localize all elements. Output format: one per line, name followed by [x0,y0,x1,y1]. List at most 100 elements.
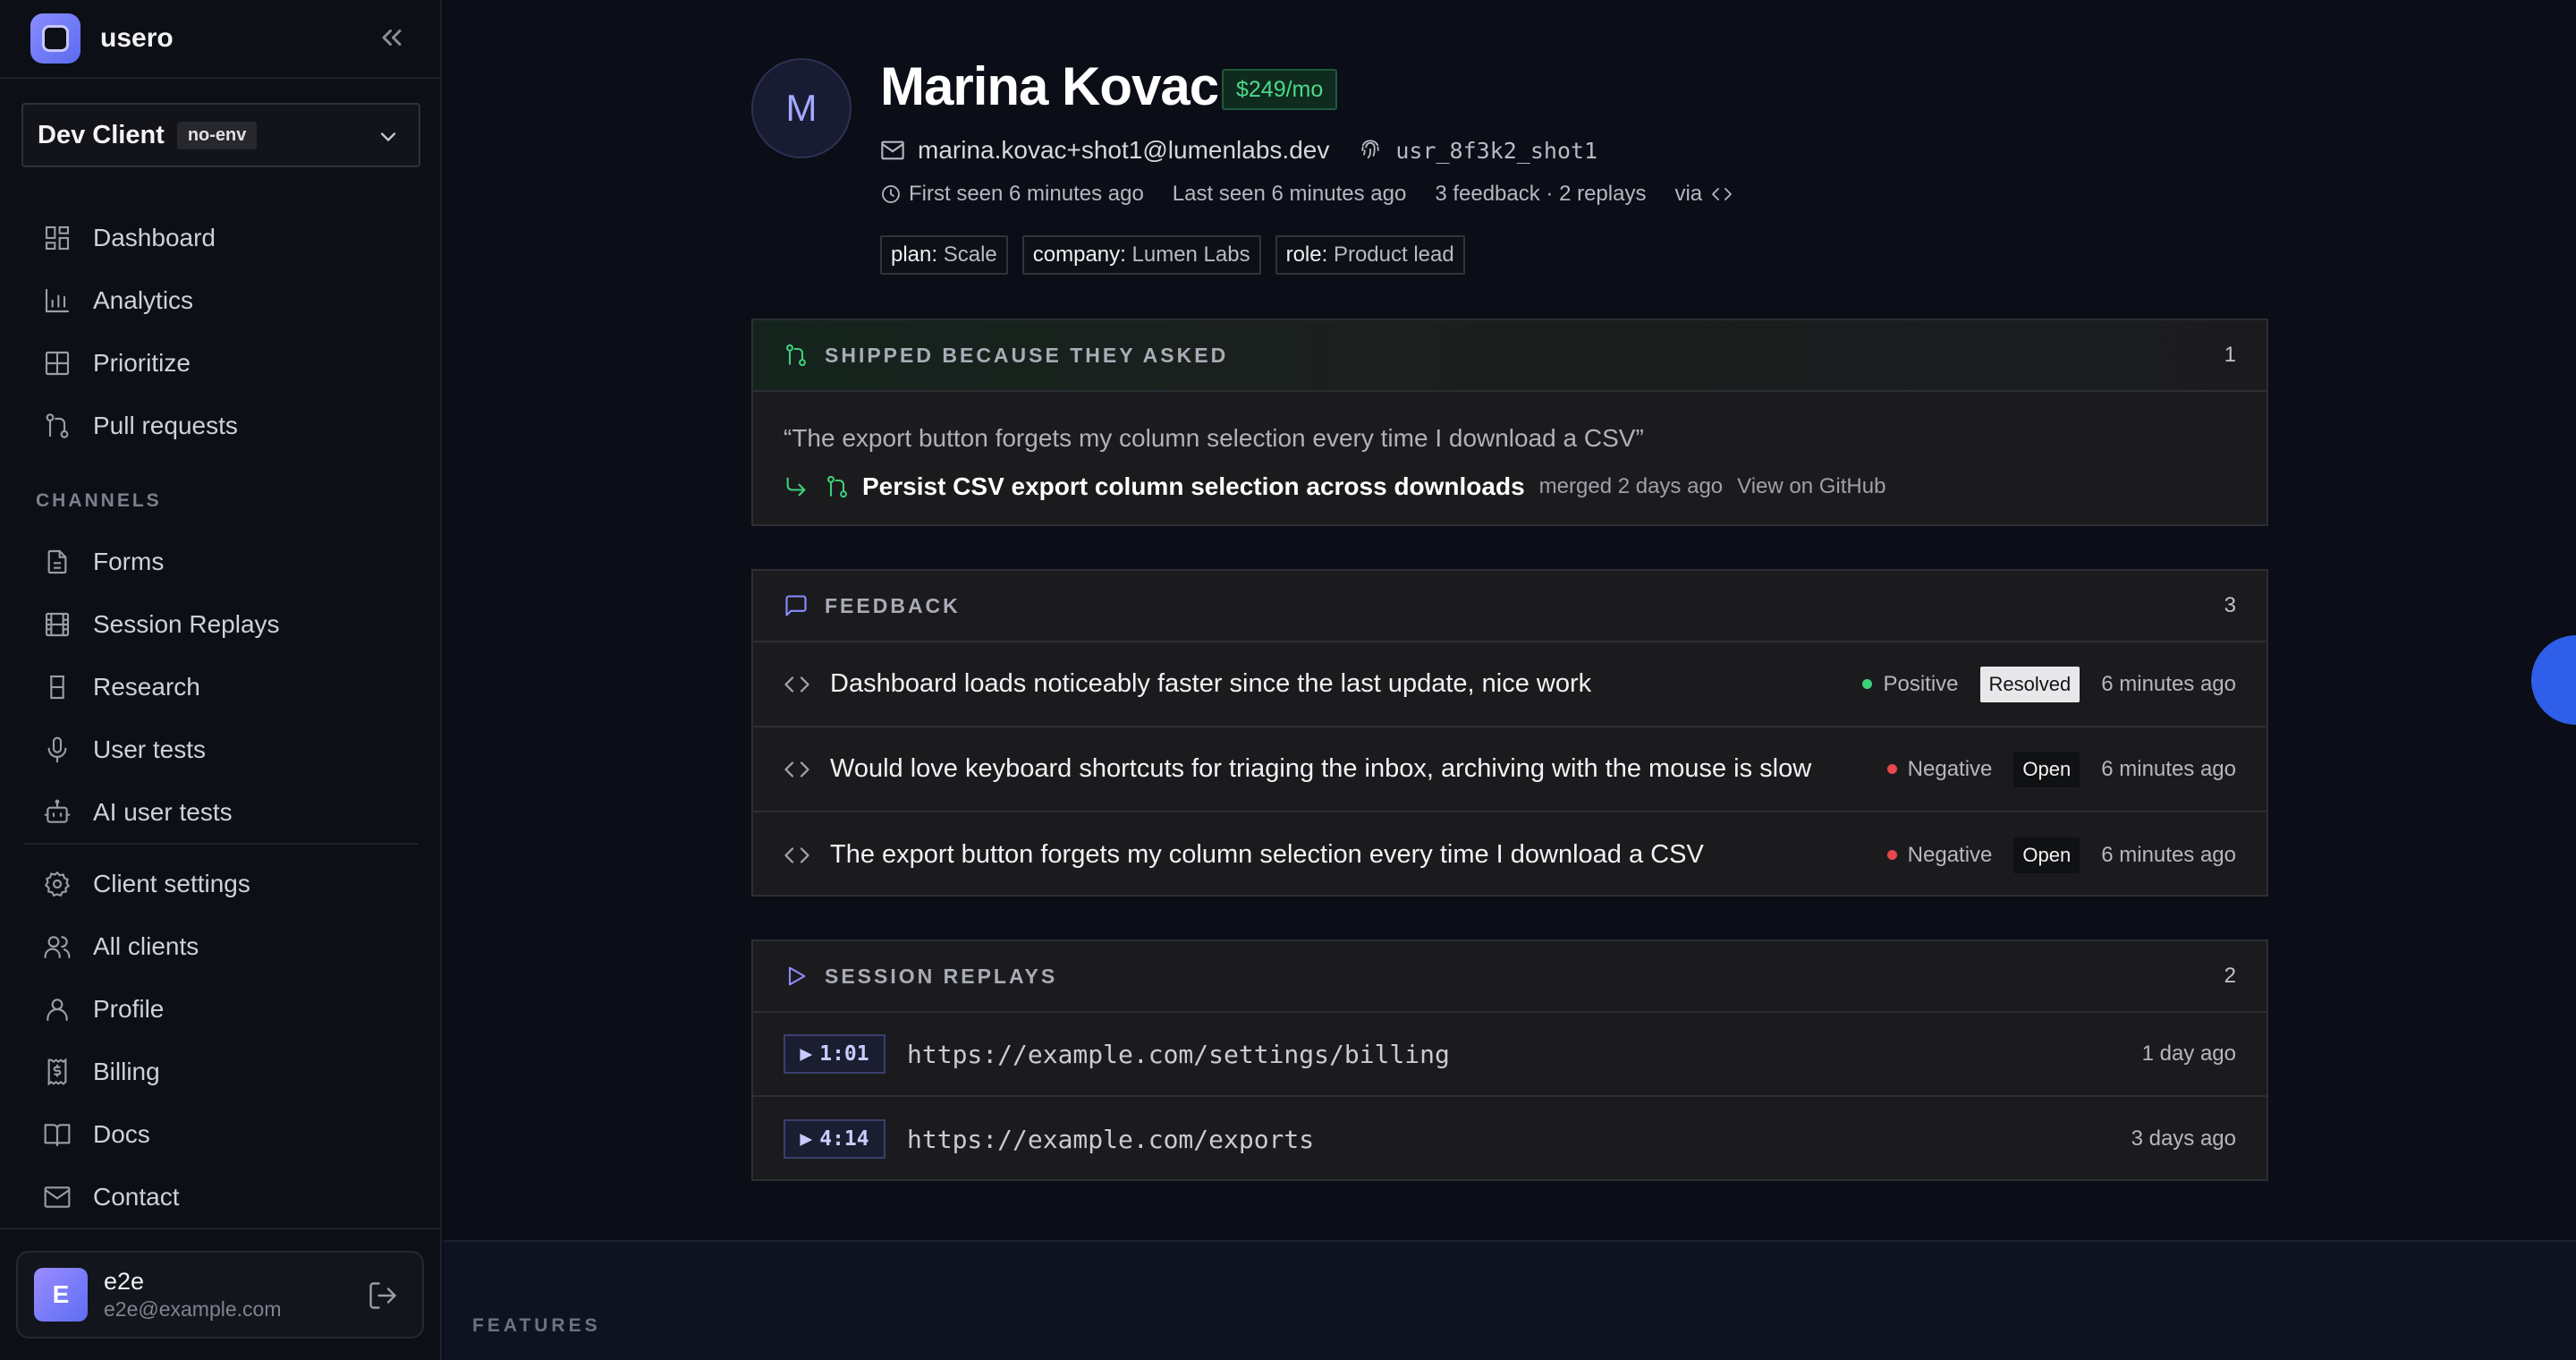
user-name: e2e [104,1268,145,1295]
feedback-row[interactable]: The export button forgets my column sele… [753,812,2267,897]
logout-icon[interactable] [367,1279,399,1312]
sentiment-label: Positive [1883,671,1959,696]
sidebar-item-pull-requests[interactable]: Pull requests [43,406,238,446]
sidebar-item-label: Profile [93,995,165,1023]
price-badge: $249/mo [1222,69,1338,110]
feedback-time: 6 minutes ago [2101,842,2236,867]
replay-row[interactable]: ▶ 4:14 https://example.com/exports 3 day… [753,1097,2267,1181]
feedback-text: The export button forgets my column sele… [830,840,1704,869]
brand[interactable]: usero [30,13,174,64]
sidebar-item-ai-user-tests[interactable]: AI user tests [43,793,233,832]
feedback-count: 3 [2224,593,2236,617]
tag-key: role: [1285,242,1328,267]
shipped-count: 1 [2224,343,2236,367]
sidebar-item-session-replays[interactable]: Session Replays [43,605,280,644]
sidebar-item-label: Contact [93,1183,180,1211]
main-content: M Marina Kovac $249/mo marina.kovac+shot… [444,0,2576,1360]
env-badge: no-env [176,121,258,149]
replay-url: https://example.com/settings/billing [907,1039,1450,1069]
sidebar-divider [0,1228,442,1229]
feedback-panel: FEEDBACK 3 Dashboard loads noticeably fa… [751,569,2268,897]
sidebar-item-profile[interactable]: Profile [43,990,164,1029]
file-text-icon [47,549,67,574]
shipped-panel: SHIPPED BECAUSE THEY ASKED 1 “The export… [751,319,2268,526]
sidebar-divider [0,77,442,79]
session-replays-count: 2 [2224,964,2236,988]
meta-row: First seen 6 minutes ago Last seen 6 min… [880,179,1733,209]
sidebar-item-label: Forms [93,548,165,575]
sidebar-item-label: Billing [93,1058,160,1085]
channels-section-label: CHANNELS [36,490,162,511]
replay-duration: 1:01 [819,1042,869,1066]
sidebar-item-client-settings[interactable]: Client settings [43,864,250,904]
git-pull-request-icon [827,475,847,498]
code-icon [784,846,809,863]
session-replays-panel-title: SESSION REPLAYS [825,964,1058,988]
tag-company: company: Lumen Labs [1021,235,1261,275]
replay-play-button[interactable]: ▶ 1:01 [784,1034,886,1074]
sidebar-item-contact[interactable]: Contact [43,1177,180,1217]
bar-chart-icon [45,288,70,313]
git-pull-request-icon [786,344,806,367]
profile-tags: plan: Scale company: Lumen Labs role: Pr… [880,235,1465,275]
profile-email[interactable]: marina.kovac+shot1@lumenlabs.dev [918,136,1329,165]
sidebar-item-prioritize[interactable]: Prioritize [43,344,191,383]
feedback-text: Would love keyboard shortcuts for triagi… [830,754,1812,783]
pr-row: Persist CSV export column selection acro… [784,469,1885,505]
via-label: via [1674,182,1703,206]
replay-time: 1 day ago [2141,1041,2236,1066]
client-name: Dev Client [38,120,165,149]
shipped-panel-header: SHIPPED BECAUSE THEY ASKED 1 [753,320,2267,392]
sidebar-item-docs[interactable]: Docs [43,1115,150,1154]
features-section: FEATURES [444,1240,2576,1360]
play-icon: ▶ [800,1127,813,1151]
sidebar-item-forms[interactable]: Forms [43,542,164,582]
user-icon [47,999,68,1022]
sidebar-item-billing[interactable]: Billing [43,1052,160,1092]
client-selector[interactable]: Dev Client no-env [21,103,420,167]
contact-row: marina.kovac+shot1@lumenlabs.dev usr_8f3… [880,132,1597,168]
sidebar-item-all-clients[interactable]: All clients [43,927,199,966]
sidebar-item-dashboard[interactable]: Dashboard [43,218,216,258]
view-on-github-link[interactable]: View on GitHub [1737,474,1885,499]
feedback-panel-header: FEEDBACK 3 [753,571,2267,642]
sidebar-item-label: Client settings [93,870,250,897]
shipped-quote: “The export button forgets my column sel… [784,424,1644,452]
replay-url: https://example.com/exports [907,1124,1315,1154]
dashboard-icon [45,225,70,251]
user-email: e2e@example.com [104,1297,282,1321]
sentiment-dot [1886,764,1897,774]
sidebar-item-label: AI user tests [93,798,233,826]
corner-down-right-icon [786,477,806,497]
sentiment-dot [1886,850,1897,860]
user-card[interactable]: E e2e e2e@example.com [16,1251,424,1339]
pr-merged-meta: merged 2 days ago [1538,474,1724,498]
feedback-text: Dashboard loads noticeably faster since … [830,669,1592,698]
feedback-row[interactable]: Would love keyboard shortcuts for triagi… [753,727,2267,812]
sidebar-item-research[interactable]: Research [43,667,200,707]
collapse-sidebar-icon[interactable] [376,21,408,54]
sidebar-item-analytics[interactable]: Analytics [43,281,193,320]
feedback-time: 6 minutes ago [2101,671,2236,696]
film-icon [45,612,70,637]
pr-title[interactable]: Persist CSV export column selection acro… [862,472,1525,501]
first-seen: First seen 6 minutes ago [909,182,1144,206]
sidebar: usero Dev Client no-env Dashboard Analyt… [0,0,442,1360]
profile-avatar: M [751,58,852,158]
feedback-row[interactable]: Dashboard loads noticeably faster since … [753,642,2267,727]
replay-time: 3 days ago [2131,1126,2236,1151]
code-icon [784,761,809,778]
git-pull-request-icon [46,413,69,438]
receipt-icon [47,1058,67,1086]
status-badge: Open [2013,837,2080,873]
sentiment-label: Negative [1907,756,1993,781]
sidebar-item-user-tests[interactable]: User tests [43,730,206,769]
mail-icon [44,1186,71,1208]
gear-icon [44,871,71,897]
replay-row[interactable]: ▶ 1:01 https://example.com/settings/bill… [753,1013,2267,1097]
play-icon: ▶ [800,1042,813,1066]
replay-play-button[interactable]: ▶ 4:14 [784,1119,886,1159]
tag-key: company: [1032,242,1126,267]
profile-user-id[interactable]: usr_8f3k2_shot1 [1395,138,1597,164]
clock-icon [882,185,900,203]
